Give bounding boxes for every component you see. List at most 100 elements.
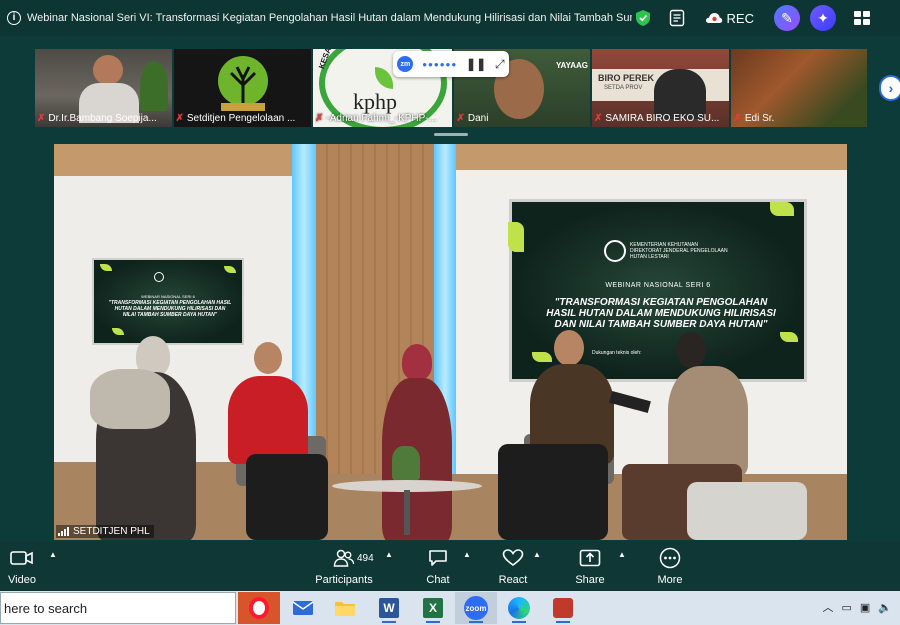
expand-icon[interactable]: ⤢: [495, 57, 505, 72]
more-dots-icon: [659, 547, 681, 568]
ai-companion-sparkle-icon[interactable]: ✦: [810, 5, 836, 31]
taskbar-app-icon[interactable]: [542, 592, 584, 624]
webinar-headline: "TRANSFORMASI KEGIATAN PENGOLAHAN HASIL …: [546, 297, 776, 330]
taskbar-excel-icon[interactable]: X: [412, 592, 454, 624]
small-screen-headline: "TRANSFORMASI KEGIATAN PENGOLAHAN HASIL …: [108, 300, 232, 318]
taskbar-mail-icon[interactable]: [282, 592, 324, 624]
chat-label: Chat: [426, 573, 450, 586]
volume-icon[interactable]: 🔈: [878, 601, 892, 614]
taskbar-edge-icon[interactable]: [498, 592, 540, 624]
mic-muted-icon: ✗: [175, 112, 184, 124]
pause-icon[interactable]: ❚❚: [466, 57, 486, 71]
connection-signal-icon: [58, 527, 69, 536]
leaf-decoration: [508, 222, 524, 252]
person-head: [402, 344, 432, 380]
resize-handle[interactable]: [434, 133, 468, 136]
participant-name: Dr.Ir.Bambang Soepija...: [48, 112, 157, 124]
webinar-series: WEBINAR NASIONAL SERI 6: [605, 282, 711, 289]
search-placeholder: here to search: [4, 600, 88, 616]
side-display-screen: WEBINAR NASIONAL SERI 6 "TRANSFORMASI KE…: [92, 258, 244, 345]
biro-text: BIRO PEREK: [597, 73, 654, 83]
participant-name: Edi Sr.: [744, 112, 775, 124]
person-head: [554, 330, 584, 366]
share-options-chevron-icon[interactable]: ▲: [618, 550, 626, 559]
technical-support-label: Dukungan teknis oleh:: [592, 350, 642, 356]
network-icon[interactable]: ▣: [860, 601, 870, 614]
studio-wood-panel: [456, 144, 847, 170]
taskbar-search-box[interactable]: here to search: [0, 592, 236, 624]
chat-options-chevron-icon[interactable]: ▲: [463, 550, 471, 559]
taskbar-word-icon[interactable]: W: [368, 592, 410, 624]
security-shield-icon[interactable]: [635, 9, 651, 27]
ottoman: [687, 482, 807, 540]
react-label: React: [498, 573, 528, 586]
mic-muted-icon: ✗: [315, 112, 324, 124]
person-head: [254, 342, 282, 374]
panelist-2: [228, 376, 308, 464]
share-screen-icon: [579, 549, 601, 566]
meeting-toolbar: Video ▲ Participants 494 ▲ Chat ▲ React …: [0, 541, 900, 591]
ministry-logo-icon: [604, 240, 626, 262]
active-speaker-name: SETDITJEN PHL: [73, 526, 150, 537]
yayasan-text: YAYAAG: [555, 61, 588, 70]
panelist-2-legs: [246, 454, 328, 540]
rec-label: REC: [726, 10, 754, 26]
meeting-title: Webinar Nasional Seri VI: Transformasi K…: [27, 12, 632, 24]
active-speaker-video[interactable]: WEBINAR NASIONAL SERI 6 "TRANSFORMASI KE…: [54, 144, 847, 540]
floating-meeting-controls[interactable]: zm ●●●●●● ❚❚ ⤢: [393, 51, 509, 77]
recording-indicator[interactable]: REC: [705, 11, 754, 26]
cloud-record-icon: [705, 13, 722, 23]
small-screen-logo: [154, 272, 164, 282]
person-head: [676, 332, 706, 368]
info-icon[interactable]: i: [7, 11, 21, 25]
plant-decoration: [140, 61, 168, 111]
more-button[interactable]: More: [654, 541, 686, 591]
share-button[interactable]: Share: [574, 541, 606, 591]
small-screen-series: WEBINAR NASIONAL SERI 6: [141, 294, 195, 299]
participants-options-chevron-icon[interactable]: ▲: [385, 550, 393, 559]
windows-taskbar: here to search W X zoom ︿ ▭ ▣ 🔈: [0, 591, 900, 625]
participant-thumbnail[interactable]: ✗ Dr.Ir.Bambang Soepija...: [35, 49, 172, 127]
notes-icon[interactable]: [669, 9, 685, 27]
participants-button[interactable]: Participants: [312, 541, 376, 591]
video-options-chevron-icon[interactable]: ▲: [49, 550, 57, 559]
coffee-table-leg: [404, 490, 410, 535]
video-button[interactable]: Video: [4, 541, 40, 591]
panelist-1-scarf: [90, 369, 170, 429]
participant-name: SAMIRA BIRO EKO SU...: [605, 112, 720, 124]
leaf-decoration: [224, 266, 236, 273]
leaf-decoration: [112, 328, 124, 335]
zoom-logo-icon: zm: [397, 56, 414, 72]
setda-text: SETDA PROV: [603, 85, 643, 91]
taskbar-file-explorer-icon[interactable]: [324, 592, 366, 624]
studio-wood-panel: [54, 144, 294, 176]
react-options-chevron-icon[interactable]: ▲: [533, 550, 541, 559]
panelist-4-legs: [498, 444, 608, 540]
participant-avatar: [93, 55, 123, 85]
tray-chevron-up-icon[interactable]: ︿: [822, 599, 833, 615]
next-page-chevron-icon[interactable]: ›: [879, 75, 900, 101]
chat-button[interactable]: Chat: [422, 541, 454, 591]
participant-thumbnail[interactable]: ✗ Setditjen Pengelolaan ...: [173, 49, 311, 127]
participant-thumbnail[interactable]: BIRO PEREK SETDA PROV ✗ SAMIRA BIRO EKO S…: [591, 49, 730, 127]
participant-count: 494: [357, 553, 374, 564]
flower-vase: [392, 446, 420, 480]
participant-name: Setditjen Pengelolaan ...: [186, 112, 296, 124]
more-label: More: [657, 573, 683, 586]
battery-icon[interactable]: ▭: [841, 601, 851, 614]
taskbar-opera-icon[interactable]: [238, 592, 280, 624]
participant-name: Dani: [467, 112, 489, 124]
participants-label: Participants: [315, 573, 373, 586]
apps-grid-icon[interactable]: [854, 11, 870, 25]
participants-icon: [333, 549, 355, 567]
panelist-5: [668, 366, 748, 476]
share-label: Share: [575, 573, 605, 586]
tree-logo-icon: [217, 56, 268, 111]
participant-thumbnail[interactable]: ✗ Edi Sr.: [731, 49, 867, 127]
ai-assistant-icon[interactable]: ✎: [774, 5, 800, 31]
react-button[interactable]: React: [496, 541, 530, 591]
audio-level-indicator: ●●●●●●: [422, 59, 458, 69]
taskbar-zoom-icon[interactable]: zoom: [455, 592, 497, 624]
participant-name: -Adrian Fahmi_-KPHP-...: [326, 112, 437, 124]
active-speaker-label: SETDITJEN PHL: [56, 525, 154, 538]
